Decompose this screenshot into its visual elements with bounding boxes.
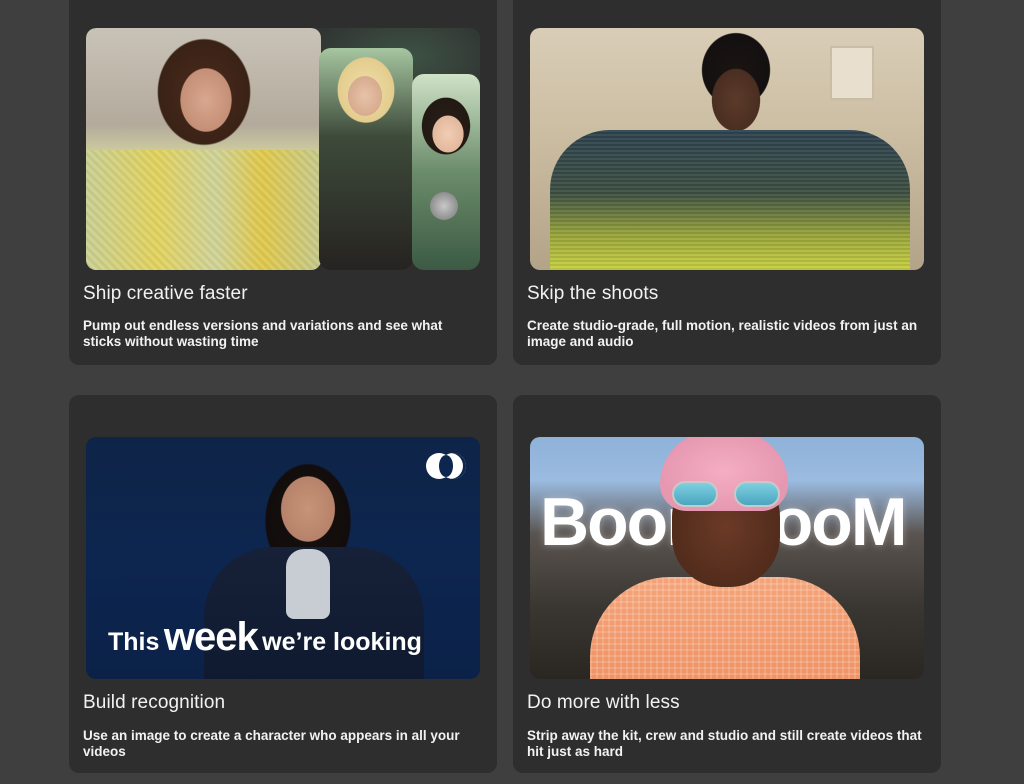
green-cardigan-detail — [550, 130, 910, 270]
phone-video-preview — [412, 74, 480, 270]
card-title: Skip the shoots — [527, 283, 659, 304]
caption-emphasis: week — [163, 615, 259, 659]
card-title: Do more with less — [527, 692, 680, 713]
feature-card-image: This week we’re looking — [86, 437, 480, 679]
card-description: Strip away the kit, crew and studio and … — [527, 728, 922, 759]
caption-word: we’re looking — [262, 628, 422, 656]
wall-frame — [830, 46, 874, 100]
card-description: Use an image to create a character who a… — [83, 728, 460, 759]
feature-card-image: BoomBooM — [530, 437, 924, 679]
sunglasses — [672, 481, 782, 507]
feature-card-build-recognition: This week we’re looking Build recognitio… — [69, 395, 497, 773]
two-overlapping-circles-logo-icon — [426, 453, 466, 479]
turtleneck-detail — [286, 549, 330, 619]
feature-card-image — [86, 28, 480, 270]
feature-card-do-more-with-less: BoomBooM Do more with less Strip away th… — [513, 395, 941, 773]
phone-video-preview — [319, 48, 413, 270]
feature-card-ship-creative-faster: Ship creative faster Pump out endless ve… — [69, 0, 497, 365]
microphone-icon — [430, 192, 458, 220]
caption-word: This — [108, 628, 160, 656]
video-caption-overlay: This week we’re looking — [108, 615, 422, 660]
knit-sweater-detail — [86, 150, 321, 270]
feature-card-image — [530, 28, 924, 270]
feature-card-skip-the-shoots: Skip the shoots Create studio-grade, ful… — [513, 0, 941, 365]
card-title: Build recognition — [83, 692, 226, 713]
feature-grid: Ship creative faster Pump out endless ve… — [0, 0, 1024, 784]
card-title: Ship creative faster — [83, 283, 248, 304]
card-description: Pump out endless versions and variations… — [83, 318, 443, 349]
card-description: Create studio-grade, full motion, realis… — [527, 318, 918, 349]
orange-gingham-jacket — [590, 577, 860, 679]
